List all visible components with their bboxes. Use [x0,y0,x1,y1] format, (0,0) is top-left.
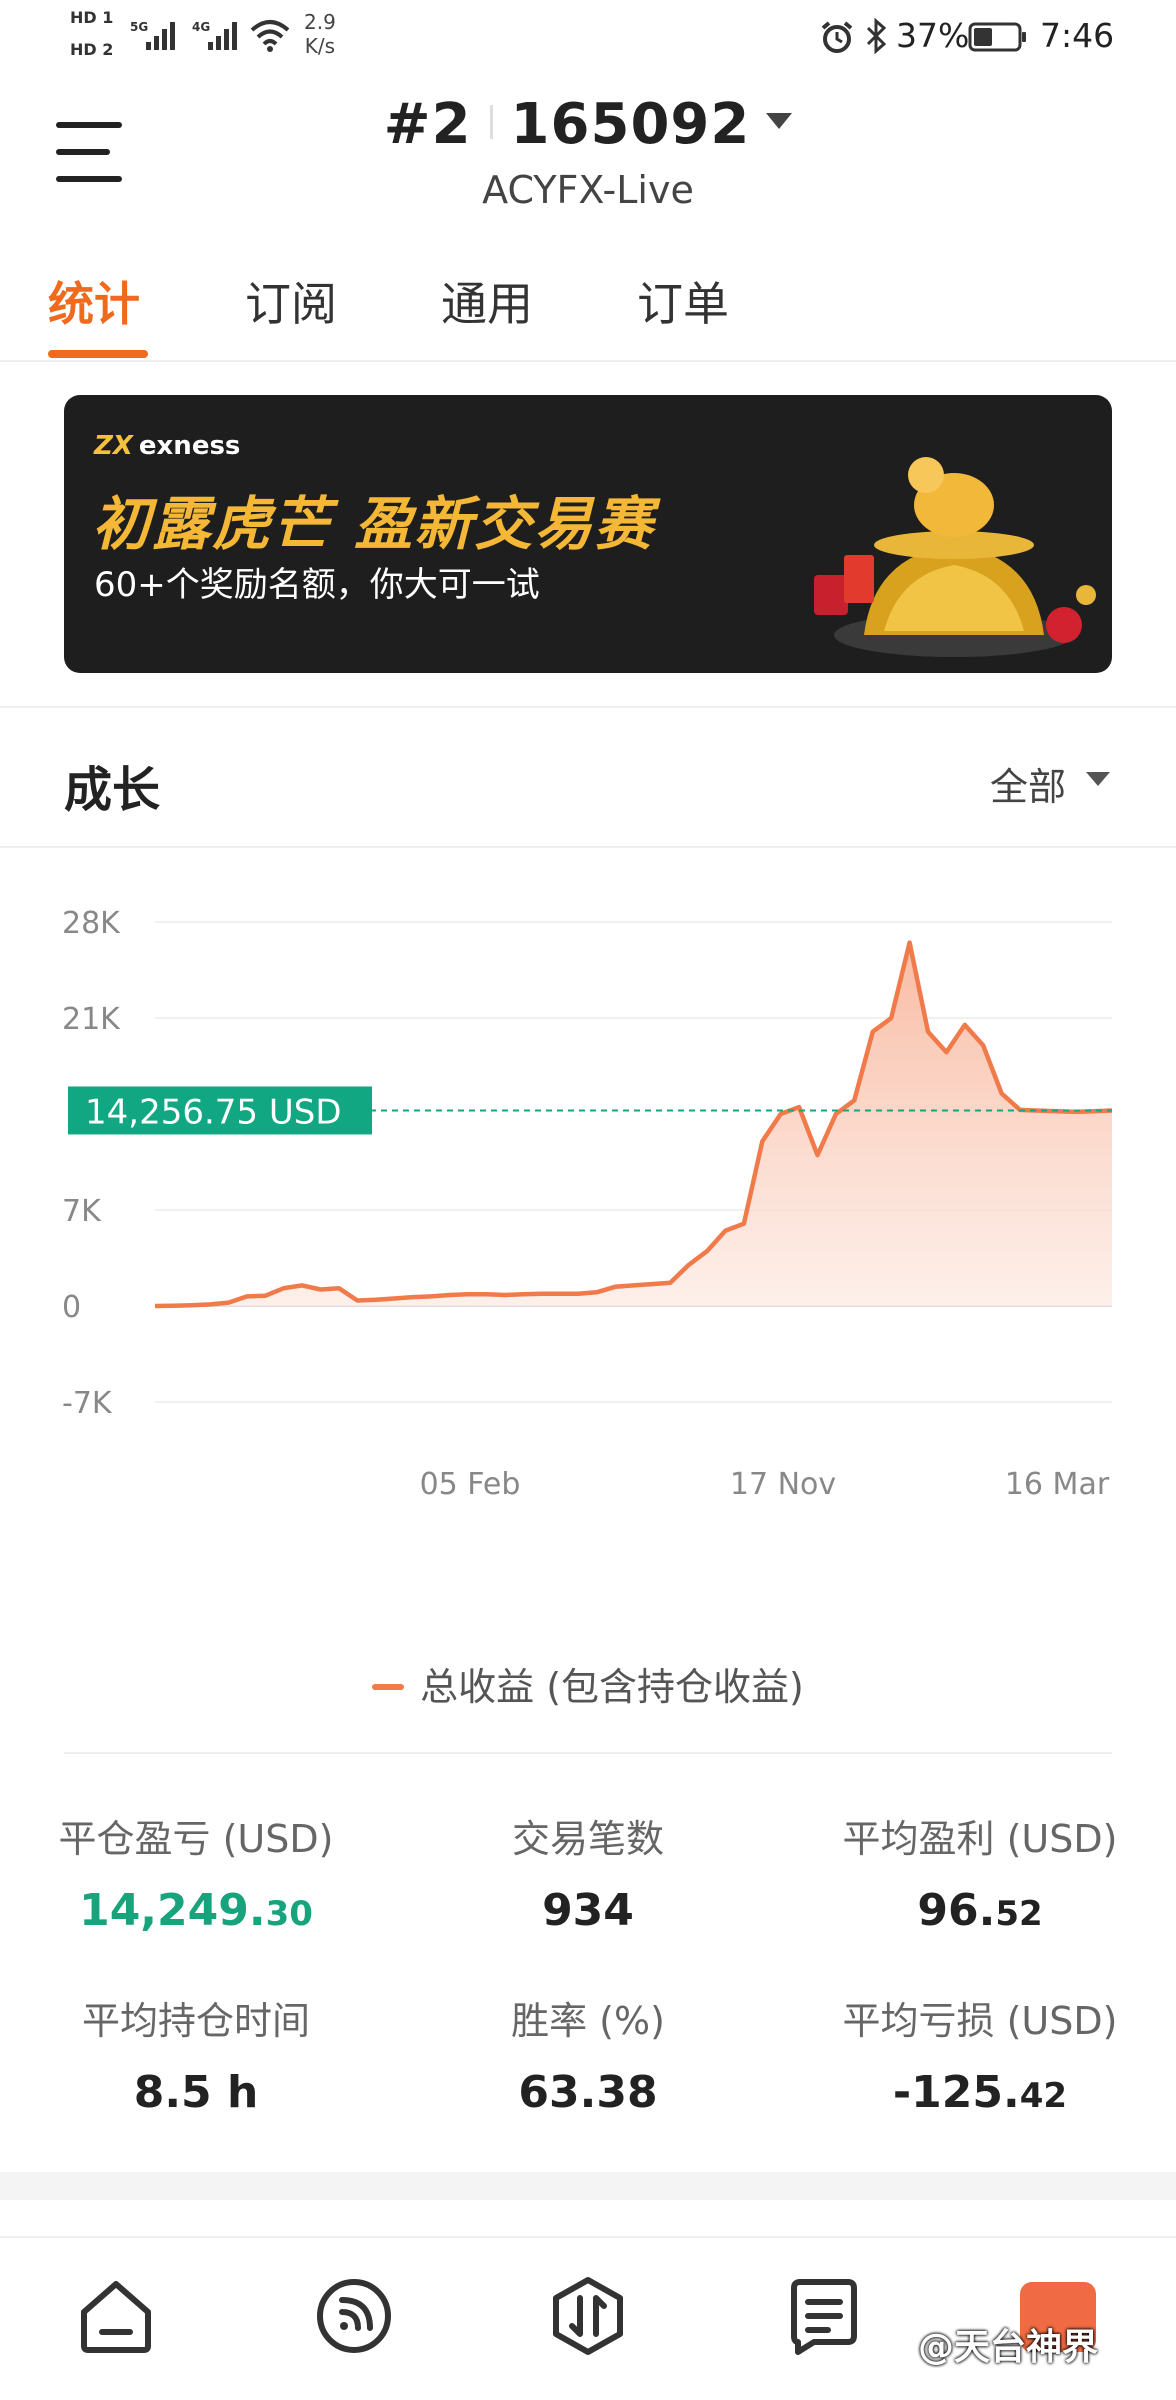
tab-subscribe[interactable]: 订阅 [245,268,337,334]
y-tick-label: -7K [62,1386,113,1421]
signal-1-icon [146,22,175,50]
account-number: #2 [383,92,472,157]
section-separator [0,2172,1176,2200]
account-separator [489,105,493,139]
brand-logo: ZX exness [94,431,241,461]
stat-value: 14,249.30 [79,1885,313,1936]
network-speed-unit: K/s [304,34,336,58]
trade-icon[interactable] [548,2276,628,2356]
chevron-down-icon [766,113,793,129]
chart-legend: 总收益 (包含持仓收益) [0,1656,1176,1711]
stat-label: 平仓盈亏 (USD) [58,1817,334,1861]
signals-icon[interactable] [314,2276,394,2356]
account-id: 165092 [510,92,751,157]
tiger-trophy-illustration [814,457,1096,657]
legend-label: 总收益 (包含持仓收益) [420,1665,804,1709]
network-speed: 2.9 K/s [304,10,336,58]
tab-orders[interactable]: 订单 [637,268,729,334]
stat-avg-hold-time: 平均持仓时间 8.5 h [0,1990,392,2118]
y-tick-label: 0 [62,1290,81,1325]
account-selector[interactable]: #2 165092 [0,92,1176,157]
network-speed-value: 2.9 [304,10,336,34]
stat-value: 8.5 h [133,2067,259,2118]
stat-value: -125.42 [892,2067,1068,2118]
promo-title: 初露虎芒 盈新交易赛 [92,490,655,558]
growth-title: 成长 [64,762,161,818]
bluetooth-icon [866,18,887,54]
stat-avg-profit: 平均盈利 (USD) 96.52 [784,1808,1176,1936]
hd2-indicator: HD 2 [70,40,114,59]
server-name: ACYFX-Live [482,168,694,212]
hd1-indicator: HD 1 [70,8,114,27]
stat-label: 平均亏损 (USD) [842,1999,1118,2043]
current-value-label: 14,256.75 USD [85,1092,342,1132]
tab-stats[interactable]: 统计 [48,268,140,334]
stat-value: 63.38 [518,2067,658,2118]
legend-swatch [372,1684,405,1690]
clock: 7:46 [1040,16,1115,55]
promo-subtitle: 60+个奖励名额，你大可一试 [94,565,540,605]
banner-divider [0,706,1176,708]
tab-general[interactable]: 通用 [441,268,533,334]
bottom-nav-divider [0,2236,1176,2238]
x-tick-label: 16 Mar [1005,1467,1110,1502]
home-icon[interactable] [76,2276,156,2356]
signal-2-icon [208,22,237,50]
stat-value: 96.52 [917,1885,1043,1936]
growth-divider [0,846,1176,848]
period-filter[interactable]: 全部 [990,756,1066,811]
stat-trade-count: 交易笔数 934 [392,1808,784,1936]
alarm-icon [821,21,853,53]
y-tick-label: 7K [62,1194,102,1229]
x-tick-label: 17 Nov [730,1467,836,1502]
y-tick-label: 21K [62,1002,121,1037]
legend-divider [64,1752,1112,1754]
chevron-down-icon[interactable] [1086,772,1110,786]
stat-win-rate: 胜率 (%) 63.38 [392,1990,784,2118]
status-bar: HD 1 HD 2 5G 4G 2.9 K/s 37% 7:46 [0,0,1176,72]
battery-icon [968,22,1026,52]
stat-label: 平均持仓时间 [81,1999,310,2043]
battery-percent: 37% [896,16,970,55]
stat-label: 胜率 (%) [511,1999,665,2043]
promo-banner[interactable]: ZX exness 初露虎芒 盈新交易赛 60+个奖励名额，你大可一试 [64,395,1112,673]
stat-avg-loss: 平均亏损 (USD) -125.42 [784,1990,1176,2118]
x-tick-label: 05 Feb [420,1467,521,1502]
y-tick-label: 28K [62,906,121,941]
active-tab-indicator [48,350,148,358]
tabs-divider [0,360,1176,362]
stat-value: 934 [542,1885,634,1936]
news-icon[interactable] [784,2276,864,2356]
wifi-icon [250,20,290,52]
stat-label: 交易笔数 [511,1817,664,1861]
stat-closed-pnl: 平仓盈亏 (USD) 14,249.30 [0,1808,392,1936]
watermark: @天台神界 [918,2327,1099,2368]
growth-chart: 28K 21K 7K 0 -7K 05 Feb 17 Nov 16 Mar 14,256.75 … [62,906,1113,1502]
stat-label: 平均盈利 (USD) [842,1817,1118,1861]
